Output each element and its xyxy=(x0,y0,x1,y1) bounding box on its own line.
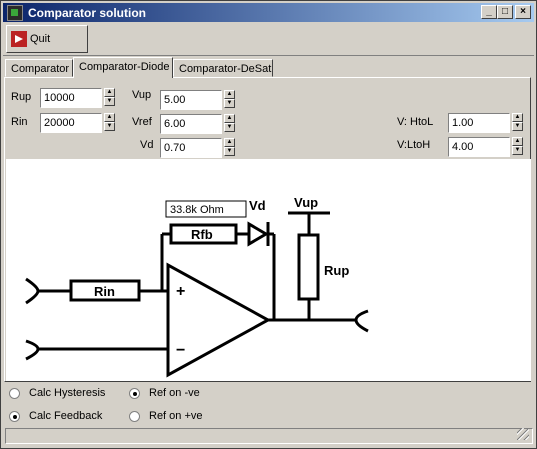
plus-sign: + xyxy=(176,283,185,300)
comparator-schematic: 33.8k Ohm Vd Vup Rfb Rup Rin + − xyxy=(25,195,369,378)
vup-input[interactable]: 5.00 xyxy=(160,90,222,110)
vref-up-arrow[interactable]: ▲ xyxy=(224,114,235,123)
rup-down-arrow[interactable]: ▼ xyxy=(104,97,115,106)
vref-input[interactable]: 6.00 xyxy=(160,114,222,134)
rin-down-arrow[interactable]: ▼ xyxy=(104,122,115,131)
vd-label: Vd xyxy=(140,139,154,151)
vd-up-arrow[interactable]: ▲ xyxy=(224,138,235,147)
rin-spinner[interactable]: 20000 ▲ ▼ xyxy=(40,113,115,135)
rin-diagram-label: Rin xyxy=(94,284,115,299)
vup-spinner[interactable]: 5.00 ▲ ▼ xyxy=(160,90,235,112)
v-ltoh-down-arrow[interactable]: ▼ xyxy=(512,146,523,155)
output-terminal xyxy=(354,309,369,333)
v-ltoh-input[interactable]: 4.00 xyxy=(448,137,510,157)
rup-label: Rup xyxy=(11,91,32,103)
vd-down-arrow[interactable]: ▼ xyxy=(224,147,235,156)
radio-circle-selected[interactable] xyxy=(9,410,20,422)
diode-symbol xyxy=(247,221,269,247)
rin-label: Rin xyxy=(11,116,28,128)
window-title: Comparator solution xyxy=(28,5,147,20)
app-icon xyxy=(7,4,23,21)
ref-on-neg-label: Ref on -ve xyxy=(149,387,200,399)
calc-feedback-label: Calc Feedback xyxy=(29,410,103,422)
status-bar xyxy=(5,428,533,444)
circuit-diagram: 33.8k Ohm Vd Vup Rfb Rup Rin + − xyxy=(6,159,531,381)
quit-button[interactable]: Quit xyxy=(6,25,88,53)
tab-comparator[interactable]: Comparator xyxy=(5,59,73,77)
v-ltoh-label: V:LtoH xyxy=(397,139,431,151)
vref-down-arrow[interactable]: ▼ xyxy=(224,123,235,132)
v-htol-input[interactable]: 1.00 xyxy=(448,113,510,133)
rin-input[interactable]: 20000 xyxy=(40,113,102,133)
vd-diagram-label: Vd xyxy=(249,198,266,213)
calc-hysteresis-radio[interactable]: Calc Hysteresis xyxy=(9,387,105,399)
app-window: Comparator solution _ □ × Quit Comparato… xyxy=(0,0,537,449)
v-htol-down-arrow[interactable]: ▼ xyxy=(512,122,523,131)
vup-label: Vup xyxy=(132,89,152,101)
close-button[interactable]: × xyxy=(515,5,531,19)
input-terminal-1 xyxy=(25,277,40,305)
vref-spinner[interactable]: 6.00 ▲ ▼ xyxy=(160,114,235,136)
toolbar: Quit xyxy=(3,23,534,56)
minimize-button[interactable]: _ xyxy=(481,5,497,19)
radio-circle[interactable] xyxy=(129,410,140,422)
title-bar[interactable]: Comparator solution _ □ × xyxy=(3,3,534,22)
vd-input[interactable]: 0.70 xyxy=(160,138,222,158)
resize-grip-icon[interactable] xyxy=(517,428,529,440)
tab-comparator-diode[interactable]: Comparator-Diode xyxy=(73,57,173,78)
rfb-value-text: 33.8k Ohm xyxy=(170,204,224,216)
radio-circle[interactable] xyxy=(9,387,20,399)
vup-diagram-label: Vup xyxy=(294,195,318,210)
tab-comparator-desat[interactable]: Comparator-DeSat xyxy=(173,59,273,77)
rup-up-arrow[interactable]: ▲ xyxy=(104,88,115,97)
quit-label: Quit xyxy=(30,33,51,45)
ref-on-pos-radio[interactable]: Ref on +ve xyxy=(129,410,203,422)
maximize-button[interactable]: □ xyxy=(497,5,513,19)
input-terminal-2 xyxy=(25,339,40,361)
v-htol-label: V: HtoL xyxy=(397,116,434,128)
rup-input[interactable]: 10000 xyxy=(40,88,102,108)
rin-up-arrow[interactable]: ▲ xyxy=(104,113,115,122)
v-htol-spinner[interactable]: 1.00 ▲ ▼ xyxy=(448,113,523,135)
minus-sign: − xyxy=(176,342,185,359)
calc-feedback-radio[interactable]: Calc Feedback xyxy=(9,410,102,422)
ref-on-pos-label: Ref on +ve xyxy=(149,410,203,422)
rfb-diagram-label: Rfb xyxy=(191,227,213,242)
rup-resistor xyxy=(297,233,320,301)
calc-hysteresis-label: Calc Hysteresis xyxy=(29,387,106,399)
vref-label: Vref xyxy=(132,116,152,128)
vd-spinner[interactable]: 0.70 ▲ ▼ xyxy=(160,138,235,160)
rup-diagram-label: Rup xyxy=(324,263,349,278)
exit-icon xyxy=(11,31,27,47)
v-ltoh-up-arrow[interactable]: ▲ xyxy=(512,137,523,146)
radio-circle-selected[interactable] xyxy=(129,387,140,399)
vup-down-arrow[interactable]: ▼ xyxy=(224,99,235,108)
ref-on-neg-radio[interactable]: Ref on -ve xyxy=(129,387,200,399)
v-ltoh-spinner[interactable]: 4.00 ▲ ▼ xyxy=(448,137,523,159)
rup-spinner[interactable]: 10000 ▲ ▼ xyxy=(40,88,115,110)
vup-up-arrow[interactable]: ▲ xyxy=(224,90,235,99)
v-htol-up-arrow[interactable]: ▲ xyxy=(512,113,523,122)
